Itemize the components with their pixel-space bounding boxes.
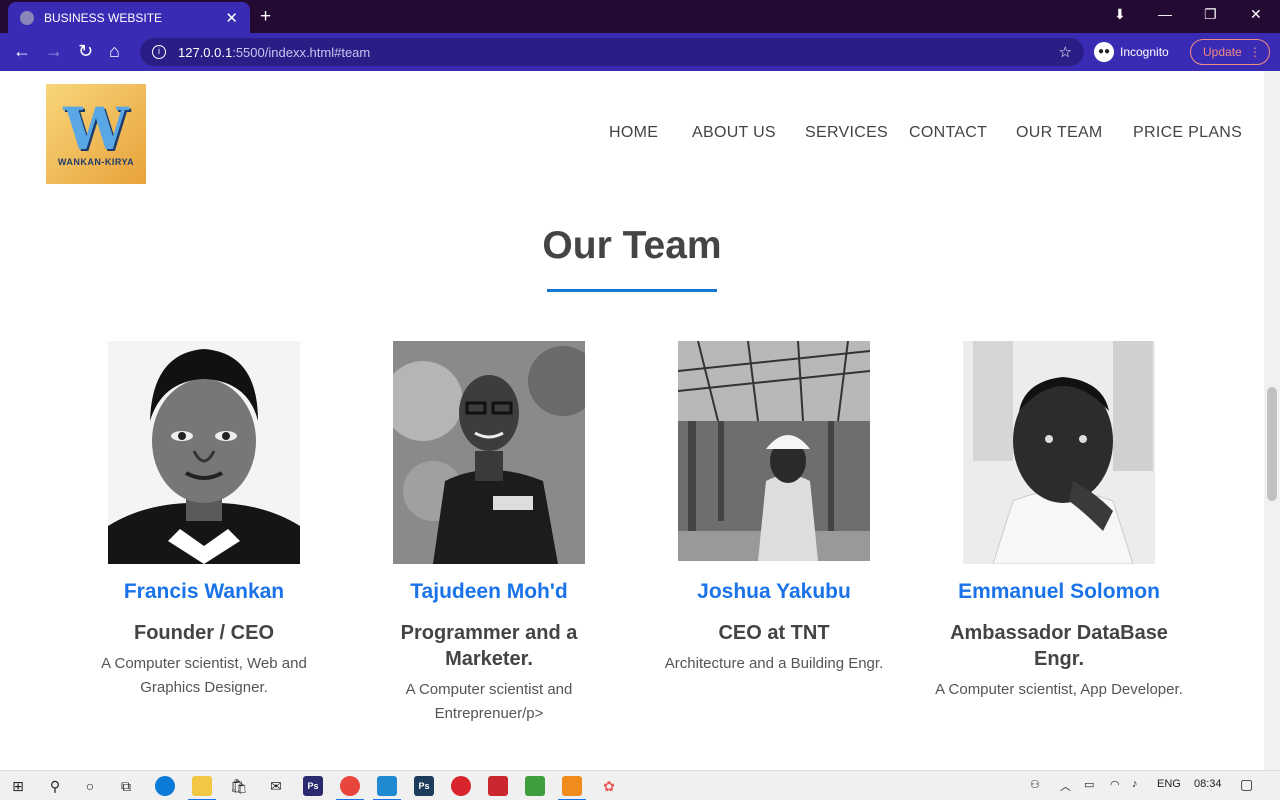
close-tab-icon[interactable]: ✕	[225, 9, 238, 27]
people-icon[interactable]: ⚇	[1030, 778, 1040, 791]
nav-home[interactable]: HOME	[609, 124, 658, 142]
restore-icon[interactable]: ❐	[1204, 6, 1217, 23]
forward-icon[interactable]: →	[45, 41, 63, 62]
vlc-icon[interactable]	[558, 776, 586, 800]
edge-icon[interactable]	[155, 776, 175, 796]
back-icon[interactable]: ←	[13, 41, 31, 62]
tray-expand-icon[interactable]: ︿	[1060, 778, 1071, 794]
member-photo	[393, 341, 585, 564]
nav-contact[interactable]: CONTACT	[909, 124, 987, 142]
language-indicator[interactable]: ENG	[1157, 778, 1181, 790]
url-path: :5500/indexx.html#team	[232, 44, 371, 60]
web-page: W WANKAN-KIRYA HOME ABOUT US SERVICES CO…	[0, 71, 1264, 770]
nav-our-team[interactable]: OUR TEAM	[1016, 124, 1103, 142]
photoshop-alt-icon[interactable]: Ps	[414, 776, 434, 796]
site-info-icon[interactable]: i	[152, 45, 166, 59]
profile-menu-icon[interactable]: ⬇	[1114, 6, 1126, 23]
incognito-indicator[interactable]: ●● Incognito	[1094, 39, 1169, 65]
store-icon[interactable]: 🛍	[229, 776, 249, 796]
tab-title: BUSINESS WEBSITE	[44, 10, 163, 25]
nav-services[interactable]: SERVICES	[805, 124, 888, 142]
nodejs-icon[interactable]	[525, 776, 545, 796]
incognito-icon: ●●	[1094, 42, 1114, 62]
member-name[interactable]: Joshua Yakubu	[649, 580, 899, 604]
member-photo	[678, 341, 870, 561]
photoshop-icon[interactable]: Ps	[303, 776, 323, 796]
member-description: A Computer scientist, Web and Graphics D…	[101, 655, 307, 696]
browser-tab-bar: BUSINESS WEBSITE ✕ + ⬇ — ❐ ✕	[0, 0, 1280, 33]
clock[interactable]: 08:34	[1194, 778, 1222, 790]
paint-icon[interactable]: ✿	[599, 776, 619, 796]
notifications-icon[interactable]: ▢	[1240, 776, 1253, 793]
address-bar[interactable]: i 127.0.0.1 :5500/indexx.html#team ☆	[140, 38, 1084, 66]
url-host: 127.0.0.1	[178, 44, 233, 60]
vscode-icon[interactable]	[373, 776, 401, 800]
reload-icon[interactable]: ↻	[78, 41, 93, 62]
minimize-icon[interactable]: —	[1158, 6, 1172, 22]
more-menu-icon[interactable]: ⋮	[1249, 45, 1261, 59]
browser-tab[interactable]: BUSINESS WEBSITE ✕	[8, 2, 250, 33]
member-role: Founder / CEO	[134, 622, 274, 644]
team-card: Francis Wankan Founder / CEO A Computer …	[79, 341, 329, 700]
member-photo	[963, 341, 1155, 564]
filezilla-icon[interactable]	[488, 776, 508, 796]
bookmark-star-icon[interactable]: ☆	[1059, 43, 1072, 61]
window-close-icon[interactable]: ✕	[1250, 6, 1262, 23]
nav-price-plans[interactable]: PRICE PLANS	[1133, 124, 1242, 142]
member-name[interactable]: Francis Wankan	[79, 580, 329, 604]
globe-icon	[20, 10, 34, 25]
member-description: A Computer scientist, App Developer.	[935, 681, 1183, 698]
incognito-label: Incognito	[1120, 45, 1169, 59]
logo-text: WANKAN-KIRYA	[57, 157, 135, 167]
member-photo	[108, 341, 300, 564]
battery-icon[interactable]: ▭	[1084, 778, 1094, 791]
team-card: Joshua Yakubu CEO at TNT Architecture an…	[649, 341, 899, 676]
section-title: Our Team	[542, 224, 722, 267]
mail-icon[interactable]: ✉	[266, 776, 286, 796]
member-role: CEO at TNT	[718, 622, 830, 644]
search-icon[interactable]: ⚲	[45, 776, 65, 796]
member-role: Ambassador DataBase Engr.	[950, 622, 1168, 670]
member-description: A Computer scientist and Entreprenuer/p>	[405, 681, 573, 722]
browser-toolbar: ← → ↻ ⌂ i 127.0.0.1 :5500/indexx.html#te…	[0, 33, 1280, 71]
opera-icon[interactable]	[451, 776, 471, 796]
team-card: Tajudeen Moh'd Programmer and a Marketer…	[364, 341, 614, 726]
file-explorer-icon[interactable]	[188, 776, 216, 800]
volume-icon[interactable]: ♪	[1132, 778, 1138, 790]
site-logo[interactable]: W WANKAN-KIRYA	[46, 84, 146, 184]
update-button[interactable]: Update ⋮	[1190, 39, 1270, 65]
new-tab-icon[interactable]: +	[260, 6, 271, 28]
windows-taskbar: ⊞ ⚲ ○ ⧉ 🛍 ✉ Ps Ps ✿ ⚇ ︿ ▭ ◠ ♪ ENG 08:34 …	[0, 770, 1280, 800]
member-name[interactable]: Tajudeen Moh'd	[364, 580, 614, 604]
page-scrollbar[interactable]	[1264, 71, 1280, 770]
home-icon[interactable]: ⌂	[109, 41, 120, 62]
cortana-icon[interactable]: ○	[80, 776, 100, 796]
wifi-icon[interactable]: ◠	[1110, 778, 1120, 791]
windows-start-icon[interactable]: ⊞	[8, 776, 28, 796]
member-description: Architecture and a Building Engr.	[664, 655, 884, 672]
nav-about-us[interactable]: ABOUT US	[692, 124, 776, 142]
update-label: Update	[1203, 45, 1242, 59]
member-role: Programmer and a Marketer.	[400, 622, 578, 670]
title-underline	[547, 289, 717, 292]
logo-letter: W	[63, 95, 129, 163]
team-card: Emmanuel Solomon Ambassador DataBase Eng…	[934, 341, 1184, 702]
scrollbar-thumb[interactable]	[1267, 387, 1277, 501]
task-view-icon[interactable]: ⧉	[116, 776, 136, 796]
chrome-icon[interactable]	[336, 776, 364, 800]
member-name[interactable]: Emmanuel Solomon	[934, 580, 1184, 604]
